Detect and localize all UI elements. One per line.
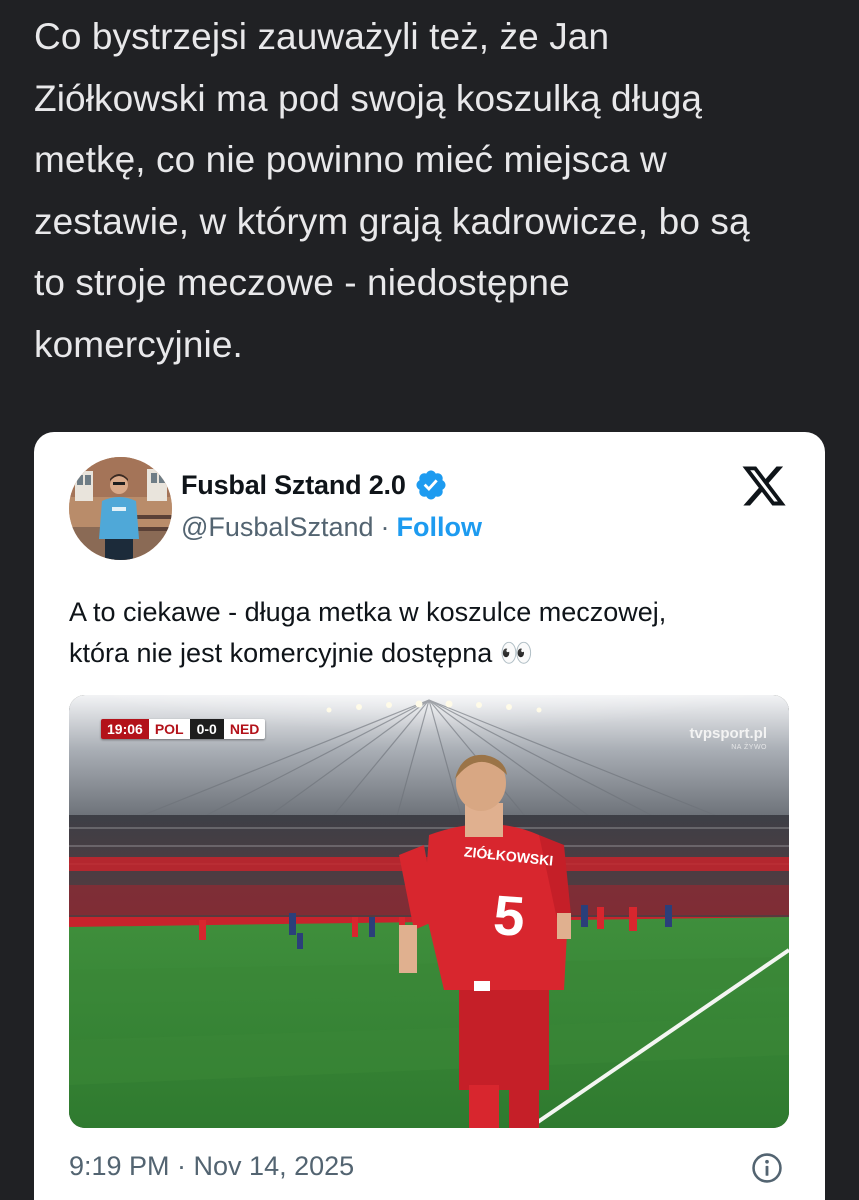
shirt-number-text: 5	[491, 883, 526, 948]
match-clock: 19:06	[101, 719, 149, 739]
author-handle[interactable]: @FusbalSztand	[181, 512, 374, 543]
x-logo-icon[interactable]	[739, 462, 789, 510]
away-team: NED	[223, 719, 266, 739]
tweet-media-image[interactable]: ZIÓŁKOWSKI 5 19:06 POL 0-0 NED tvpsport.…	[69, 695, 789, 1128]
follow-button[interactable]: Follow	[397, 512, 482, 543]
match-score: 0-0	[189, 719, 224, 739]
tweet-embed-card[interactable]: Fusbal Sztand 2.0 @FusbalSztand · Follow…	[34, 432, 825, 1200]
tweet-timestamp[interactable]: 9:19 PM · Nov 14, 2025	[69, 1151, 354, 1182]
verified-badge-icon	[416, 470, 446, 500]
handle-separator: ·	[380, 512, 390, 542]
handle-row: @FusbalSztand · Follow	[181, 512, 482, 543]
avatar-photo	[69, 457, 172, 560]
home-team: POL	[148, 719, 190, 739]
score-bug: 19:06 POL 0-0 NED	[101, 719, 266, 739]
author-name[interactable]: Fusbal Sztand 2.0	[181, 470, 406, 501]
article-paragraph: Co bystrzejsi zauważyli też, że Jan Ziół…	[34, 16, 750, 365]
info-icon[interactable]	[750, 1151, 784, 1185]
broadcaster-name: tvpsport.pl	[689, 725, 768, 742]
tweet-text: A to ciekawe - długa metka w koszulce me…	[69, 597, 667, 668]
match-photo: ZIÓŁKOWSKI 5	[69, 695, 789, 1128]
page: Co bystrzejsi zauważyli też, że Jan Ziół…	[0, 0, 859, 1200]
author-name-row[interactable]: Fusbal Sztand 2.0	[181, 468, 448, 502]
author-avatar[interactable]	[69, 457, 172, 560]
broadcaster-live-label: NA ŻYWO	[731, 744, 767, 751]
broadcaster-watermark: tvpsport.pl NA ŻYWO	[689, 725, 768, 755]
